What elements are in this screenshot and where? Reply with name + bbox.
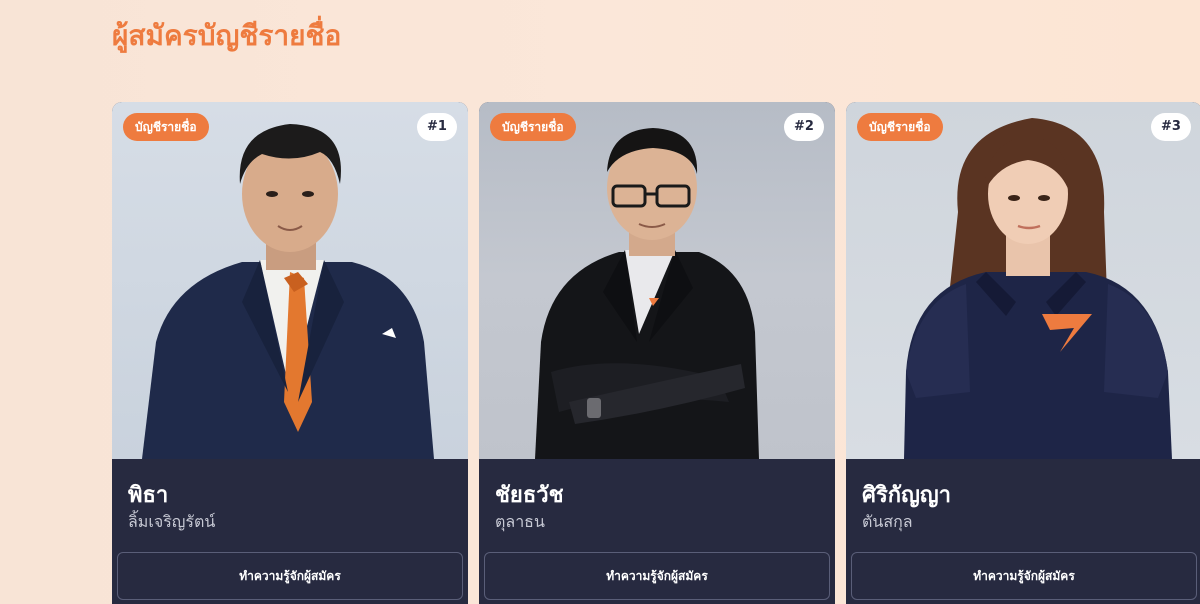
candidate-number-badge: #2 [784,113,824,141]
candidate-last-name: ลิ้มเจริญรัตน์ [128,512,216,531]
candidate-photo [479,102,835,459]
candidate-last-name: ตุลาธน [495,512,545,531]
candidate-card[interactable]: บัญชีรายชื่อ #3 ศิริกัญญา ตันสกุล ทำความ… [846,102,1200,604]
learn-more-button[interactable]: ทำความรู้จักผู้สมัคร [851,552,1197,600]
candidate-card[interactable]: บัญชีรายชื่อ #1 พิธา ลิ้มเจริญรัตน์ ทำคว… [112,102,468,604]
candidate-first-name: ศิริกัญญา [862,483,951,508]
candidate-card[interactable]: บัญชีรายชื่อ #2 ชัยธวัช ตุลาธน ทำความรู้… [479,102,835,604]
candidate-last-name: ตันสกุล [862,512,913,531]
list-type-badge: บัญชีรายชื่อ [857,113,943,141]
section-title: ผู้สมัครบัญชีรายชื่อ [112,19,342,52]
candidate-photo [112,102,468,459]
candidate-cards: บัญชีรายชื่อ #1 พิธา ลิ้มเจริญรัตน์ ทำคว… [112,102,1200,604]
list-type-badge: บัญชีรายชื่อ [123,113,209,141]
candidate-first-name: ชัยธวัช [495,483,564,508]
candidate-photo [846,102,1200,459]
learn-more-button[interactable]: ทำความรู้จักผู้สมัคร [484,552,830,600]
candidate-first-name: พิธา [128,483,169,508]
candidate-number-badge: #3 [1151,113,1191,141]
learn-more-button[interactable]: ทำความรู้จักผู้สมัคร [117,552,463,600]
list-type-badge: บัญชีรายชื่อ [490,113,576,141]
candidate-number-badge: #1 [417,113,457,141]
